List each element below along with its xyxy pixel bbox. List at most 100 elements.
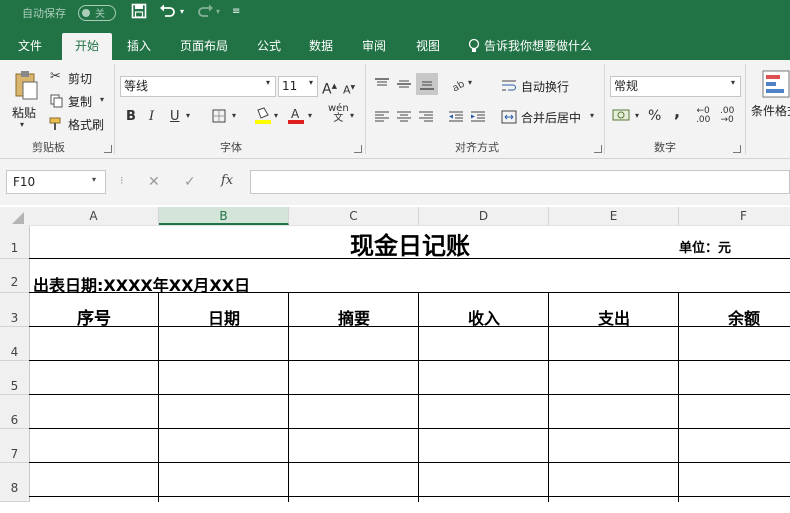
- font-launcher-icon[interactable]: [354, 145, 362, 153]
- row-header-7[interactable]: 7: [0, 429, 29, 463]
- tab-data[interactable]: 数据: [300, 33, 342, 60]
- formula-input[interactable]: [250, 170, 790, 194]
- redo-icon[interactable]: [196, 3, 214, 24]
- align-bottom-button[interactable]: [416, 73, 438, 95]
- conditional-formatting-button[interactable]: 条件格式: [751, 102, 790, 119]
- row-header-5[interactable]: 5: [0, 361, 29, 395]
- align-left-icon[interactable]: [374, 109, 390, 128]
- font-size-value: 11: [282, 79, 298, 93]
- paste-icon[interactable]: [14, 70, 38, 104]
- chevron-down-icon[interactable]: ▾: [274, 111, 278, 120]
- phonetic-icon[interactable]: wén 文: [328, 104, 349, 124]
- number-format-select[interactable]: 常规: [610, 76, 741, 97]
- customize-icon[interactable]: ≡: [232, 3, 240, 21]
- chevron-down-icon[interactable]: ▾: [590, 111, 594, 120]
- autosave-toggle[interactable]: 关: [78, 5, 116, 21]
- accounting-format-icon[interactable]: [612, 107, 632, 127]
- undo-dropdown-icon[interactable]: ▾: [180, 3, 184, 21]
- number-launcher-icon[interactable]: [733, 145, 741, 153]
- font-name-select[interactable]: 等线: [120, 76, 276, 97]
- chevron-down-icon[interactable]: ▾: [468, 78, 472, 87]
- row-header-2[interactable]: 2: [0, 259, 29, 293]
- borders-icon[interactable]: [212, 108, 226, 127]
- chevron-down-icon[interactable]: ▾: [232, 111, 236, 120]
- undo-icon[interactable]: [159, 3, 177, 24]
- merge-center-icon[interactable]: [501, 109, 517, 128]
- column-header-a[interactable]: A: [29, 207, 159, 225]
- orientation-icon[interactable]: ab: [450, 76, 466, 95]
- copy-button[interactable]: 复制: [68, 93, 92, 110]
- decrease-indent-icon[interactable]: [448, 109, 464, 128]
- increase-indent-icon[interactable]: [470, 109, 486, 128]
- alignment-launcher-icon[interactable]: [594, 145, 602, 153]
- underline-button[interactable]: U: [170, 109, 180, 125]
- tell-me-search[interactable]: 告诉我你想要做什么: [484, 33, 600, 60]
- tab-file[interactable]: 文件: [8, 33, 52, 60]
- align-middle-icon[interactable]: [396, 76, 412, 95]
- font-color-icon[interactable]: A: [287, 106, 305, 128]
- chevron-down-icon[interactable]: ▾: [309, 78, 313, 87]
- row-header-4[interactable]: 4: [0, 327, 29, 361]
- align-top-icon[interactable]: [374, 76, 390, 95]
- row-header-6[interactable]: 6: [0, 395, 29, 429]
- font-name-value: 等线: [124, 79, 149, 93]
- align-center-icon[interactable]: [396, 109, 412, 128]
- italic-button[interactable]: I: [149, 109, 154, 125]
- percent-button[interactable]: %: [648, 108, 661, 124]
- wrap-text-button[interactable]: 自动换行: [521, 78, 569, 95]
- format-painter-button[interactable]: 格式刷: [68, 116, 104, 133]
- sheet-title[interactable]: 现金日记账: [350, 226, 470, 261]
- chevron-down-icon[interactable]: ▾: [186, 111, 190, 120]
- tab-formulas[interactable]: 公式: [248, 33, 290, 60]
- row-header-3[interactable]: 3: [0, 293, 29, 327]
- chevron-down-icon[interactable]: ▾: [350, 111, 354, 120]
- column-header-b[interactable]: B: [159, 207, 289, 225]
- svg-text:A: A: [291, 107, 300, 121]
- column-header-e[interactable]: E: [549, 207, 679, 225]
- redo-dropdown-icon[interactable]: ▾: [216, 3, 220, 21]
- bold-button[interactable]: B: [126, 109, 136, 125]
- increase-decimal-icon[interactable]: ←0.00: [696, 107, 710, 125]
- chevron-down-icon[interactable]: ▾: [635, 111, 639, 120]
- comma-button[interactable]: ,: [674, 104, 680, 120]
- paste-button[interactable]: 粘贴: [12, 104, 36, 121]
- chevron-down-icon[interactable]: ▾: [308, 111, 312, 120]
- row-header-1[interactable]: 1: [0, 225, 29, 259]
- format-painter-icon[interactable]: [49, 116, 65, 135]
- border-line: [29, 394, 790, 395]
- shrink-font-icon[interactable]: A▼: [343, 80, 355, 99]
- chevron-down-icon[interactable]: ▾: [266, 78, 270, 87]
- tab-page-layout[interactable]: 页面布局: [172, 33, 236, 60]
- copy-icon[interactable]: [50, 93, 64, 112]
- cancel-icon[interactable]: ✕: [148, 174, 160, 190]
- clipboard-launcher-icon[interactable]: [104, 145, 112, 153]
- chevron-down-icon[interactable]: ▾: [731, 78, 735, 87]
- tab-review[interactable]: 审阅: [353, 33, 395, 60]
- tab-home[interactable]: 开始: [62, 33, 112, 60]
- column-header-d[interactable]: D: [419, 207, 549, 225]
- align-right-icon[interactable]: [418, 109, 434, 128]
- fill-color-icon[interactable]: [254, 106, 272, 128]
- border-line: [548, 292, 549, 502]
- cut-button[interactable]: 剪切: [68, 70, 92, 87]
- chevron-down-icon[interactable]: ▾: [92, 175, 96, 184]
- wrap-text-icon[interactable]: [501, 78, 517, 97]
- tab-view[interactable]: 视图: [407, 33, 449, 60]
- unit-label[interactable]: 单位：元: [679, 237, 731, 256]
- column-header-f[interactable]: F: [679, 207, 790, 225]
- row-header-8[interactable]: 8: [0, 463, 29, 502]
- grow-font-icon[interactable]: A▲: [322, 78, 337, 98]
- copy-dropdown-icon[interactable]: ▾: [100, 95, 104, 104]
- paste-dropdown-icon[interactable]: ▾: [20, 120, 24, 129]
- name-box[interactable]: F10: [6, 170, 106, 194]
- column-header-c[interactable]: C: [289, 207, 419, 225]
- decrease-decimal-icon[interactable]: .00 →0: [720, 107, 734, 125]
- insert-function-icon[interactable]: fx: [221, 173, 233, 188]
- conditional-formatting-icon[interactable]: [762, 70, 790, 102]
- border-line: [29, 292, 790, 293]
- enter-icon[interactable]: ✓: [184, 174, 196, 190]
- save-icon[interactable]: [131, 3, 147, 24]
- scissors-icon[interactable]: ✂: [50, 69, 61, 85]
- merge-center-button[interactable]: 合并后居中: [521, 109, 581, 126]
- tab-insert[interactable]: 插入: [118, 33, 160, 60]
